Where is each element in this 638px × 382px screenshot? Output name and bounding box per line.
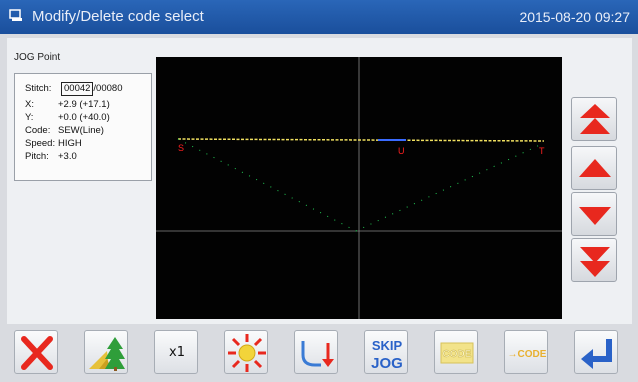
double-arrow-down-icon xyxy=(580,247,610,277)
app-icon xyxy=(9,9,22,21)
arrow-down-icon xyxy=(579,207,611,225)
svg-text:JOG: JOG xyxy=(371,355,403,372)
code-button[interactable]: CODE xyxy=(434,330,478,374)
pattern-svg: S U T xyxy=(156,57,562,319)
close-icon xyxy=(21,336,53,370)
tree-view-icon xyxy=(89,337,125,371)
x1-label: x1 xyxy=(169,345,185,360)
fast-down-button[interactable] xyxy=(571,238,617,282)
svg-text:→CODE: →CODE xyxy=(508,349,547,360)
x-label: X: xyxy=(25,99,34,110)
y-label: Y: xyxy=(25,112,34,123)
speed-value: HIGH xyxy=(58,138,82,149)
code-label: Code: xyxy=(25,125,51,136)
section-label: JOG Point xyxy=(14,52,61,63)
window-title: Modify/Delete code select xyxy=(32,8,204,25)
pitch-label: Pitch: xyxy=(25,151,49,162)
datetime: 2015-08-20 09:27 xyxy=(519,9,630,25)
enter-icon xyxy=(581,339,612,369)
sun-center-icon xyxy=(228,334,266,372)
code-icon: CODE xyxy=(440,342,474,364)
center-button[interactable] xyxy=(224,330,268,374)
fast-up-button[interactable] xyxy=(571,97,617,141)
jog-multiplier-button[interactable]: x1 xyxy=(154,330,198,374)
skip-jog-button[interactable]: SKIP JOG xyxy=(364,330,408,374)
seam-line xyxy=(177,138,545,142)
preview-button[interactable] xyxy=(84,330,128,374)
info-panel: Stitch: 00042/00080 X: +2.9 (+17.1) Y: +… xyxy=(14,73,152,181)
marker-end: T xyxy=(539,146,545,156)
goto-code-button[interactable]: →CODE xyxy=(504,330,548,374)
step-down-button[interactable] xyxy=(571,192,617,236)
svg-text:CODE: CODE xyxy=(443,349,472,360)
curve-down-arrow-icon xyxy=(301,341,334,367)
enter-button[interactable] xyxy=(574,330,618,374)
svg-text:SKIP: SKIP xyxy=(372,338,403,353)
pattern-canvas[interactable]: S U T xyxy=(156,57,562,319)
arrow-up-icon xyxy=(579,159,611,177)
y-value: +0.0 (+40.0) xyxy=(58,112,110,123)
skip-jog-icon: SKIP JOG xyxy=(371,338,403,372)
title-bar: Modify/Delete code select 2015-08-20 09:… xyxy=(0,0,638,34)
move-down-button[interactable] xyxy=(294,330,338,374)
stitch-path-right xyxy=(355,142,545,232)
code-value: SEW(Line) xyxy=(58,125,104,136)
marker-start: S xyxy=(178,143,184,153)
goto-code-icon: →CODE xyxy=(508,349,547,360)
double-arrow-up-icon xyxy=(580,104,610,134)
step-up-button[interactable] xyxy=(571,146,617,190)
cancel-button[interactable] xyxy=(14,330,58,374)
pitch-value: +3.0 xyxy=(58,151,77,162)
stitch-path-left xyxy=(177,138,357,232)
stitch-total: /00080 xyxy=(93,83,123,94)
stitch-label: Stitch: xyxy=(25,83,52,94)
speed-label: Speed: xyxy=(25,138,56,149)
stitch-current[interactable]: 00042 xyxy=(61,82,94,96)
marker-jog: U xyxy=(398,146,405,156)
x-value: +2.9 (+17.1) xyxy=(58,99,110,110)
